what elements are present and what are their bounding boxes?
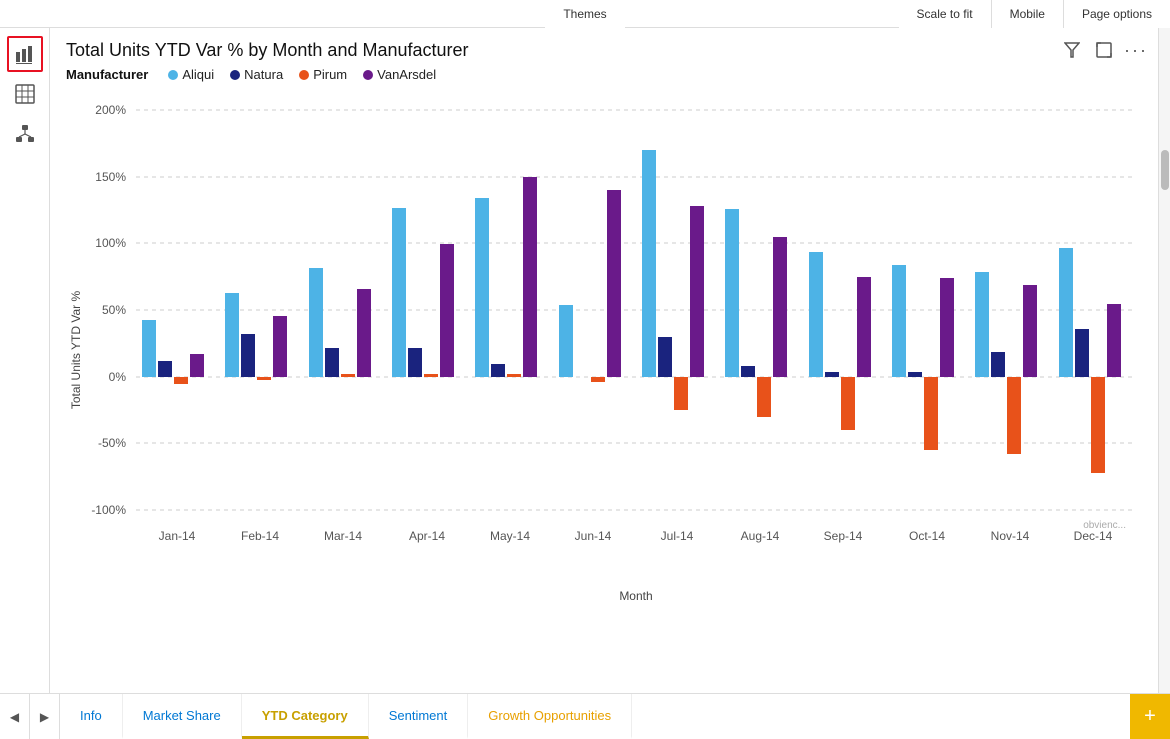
tab-ytd-category[interactable]: YTD Category — [242, 694, 369, 739]
tab-market-label: Market Share — [143, 708, 221, 723]
svg-text:Apr-14: Apr-14 — [409, 529, 445, 543]
svg-text:Total Units YTD Var %: Total Units YTD Var % — [69, 291, 83, 410]
svg-text:Oct-14: Oct-14 — [909, 529, 945, 543]
natura-dot — [230, 70, 240, 80]
legend-aliqui: Aliqui — [168, 67, 214, 82]
chart-legend: Manufacturer Aliqui Natura Pirum VanArsd… — [66, 67, 1142, 82]
more-options-icon[interactable]: ··· — [1124, 38, 1148, 62]
toolbar-center: Themes — [545, 0, 624, 28]
tab-sentiment-label: Sentiment — [389, 708, 448, 723]
svg-text:Jun-14: Jun-14 — [575, 529, 612, 543]
aliqui-dot — [168, 70, 178, 80]
chart-svg-wrapper: .grid-line { stroke: #ccc; stroke-width:… — [66, 90, 1142, 615]
sidebar-hierarchy[interactable] — [7, 116, 43, 152]
svg-text:-100%: -100% — [91, 503, 126, 517]
tab-growth-opportunities[interactable]: Growth Opportunities — [468, 694, 632, 739]
svg-text:100%: 100% — [95, 236, 126, 250]
svg-text:0%: 0% — [109, 370, 127, 384]
add-tab-button[interactable]: + — [1130, 694, 1170, 739]
chart-svg: .grid-line { stroke: #ccc; stroke-width:… — [66, 90, 1158, 610]
svg-text:50%: 50% — [102, 303, 126, 317]
chart-toolbar: ··· — [1060, 38, 1148, 62]
svg-text:Nov-14: Nov-14 — [991, 529, 1030, 543]
tab-sentiment[interactable]: Sentiment — [369, 694, 469, 739]
tab-info[interactable]: Info — [60, 694, 123, 739]
svg-text:-50%: -50% — [98, 436, 126, 450]
svg-text:150%: 150% — [95, 170, 126, 184]
chart-title: Total Units YTD Var % by Month and Manuf… — [66, 40, 1142, 61]
tab-info-label: Info — [80, 708, 102, 723]
themes-button[interactable]: Themes — [545, 0, 624, 28]
tab-market-share[interactable]: Market Share — [123, 694, 242, 739]
bottom-tab-bar: ◀ ▶ Info Market Share YTD Category Senti… — [0, 693, 1170, 739]
svg-text:Aug-14: Aug-14 — [741, 529, 780, 543]
svg-text:200%: 200% — [95, 103, 126, 117]
tab-ytd-label: YTD Category — [262, 708, 348, 723]
mobile-button[interactable]: Mobile — [991, 0, 1063, 28]
page-options-button[interactable]: Page options — [1063, 0, 1170, 28]
pirum-dot — [299, 70, 309, 80]
tab-prev-button[interactable]: ◀ — [0, 694, 30, 739]
chart-area: ··· Total Units YTD Var % by Month and M… — [50, 28, 1158, 693]
sidebar-bar-chart[interactable] — [7, 36, 43, 72]
legend-pirum: Pirum — [299, 67, 347, 82]
svg-text:obvienc...: obvienc... — [1083, 520, 1126, 531]
right-scrollbar[interactable] — [1158, 28, 1170, 693]
legend-natura: Natura — [230, 67, 283, 82]
tab-next-button[interactable]: ▶ — [30, 694, 60, 739]
main-layout: ··· Total Units YTD Var % by Month and M… — [0, 28, 1170, 693]
svg-text:Jul-14: Jul-14 — [661, 529, 694, 543]
svg-text:Month: Month — [619, 589, 652, 603]
vanarsdel-label: VanArsdel — [377, 67, 436, 82]
svg-text:Dec-14: Dec-14 — [1074, 529, 1113, 543]
left-sidebar — [0, 28, 50, 693]
top-toolbar: Themes Scale to fit Mobile Page options — [0, 0, 1170, 28]
svg-text:Feb-14: Feb-14 — [241, 529, 279, 543]
legend-label: Manufacturer — [66, 67, 148, 82]
svg-text:Sep-14: Sep-14 — [824, 529, 863, 543]
sidebar-table[interactable] — [7, 76, 43, 112]
scale-to-fit-button[interactable]: Scale to fit — [899, 0, 991, 28]
svg-text:Mar-14: Mar-14 — [324, 529, 362, 543]
natura-label: Natura — [244, 67, 283, 82]
tab-growth-label: Growth Opportunities — [488, 708, 611, 723]
pirum-label: Pirum — [313, 67, 347, 82]
legend-vanarsdel: VanArsdel — [363, 67, 436, 82]
aliqui-label: Aliqui — [182, 67, 214, 82]
filter-icon[interactable] — [1060, 38, 1084, 62]
scrollbar-thumb[interactable] — [1161, 150, 1169, 190]
svg-text:May-14: May-14 — [490, 529, 530, 543]
svg-text:Jan-14: Jan-14 — [159, 529, 196, 543]
toolbar-right: Scale to fit Mobile Page options — [899, 0, 1170, 28]
vanarsdel-dot — [363, 70, 373, 80]
expand-icon[interactable] — [1092, 38, 1116, 62]
